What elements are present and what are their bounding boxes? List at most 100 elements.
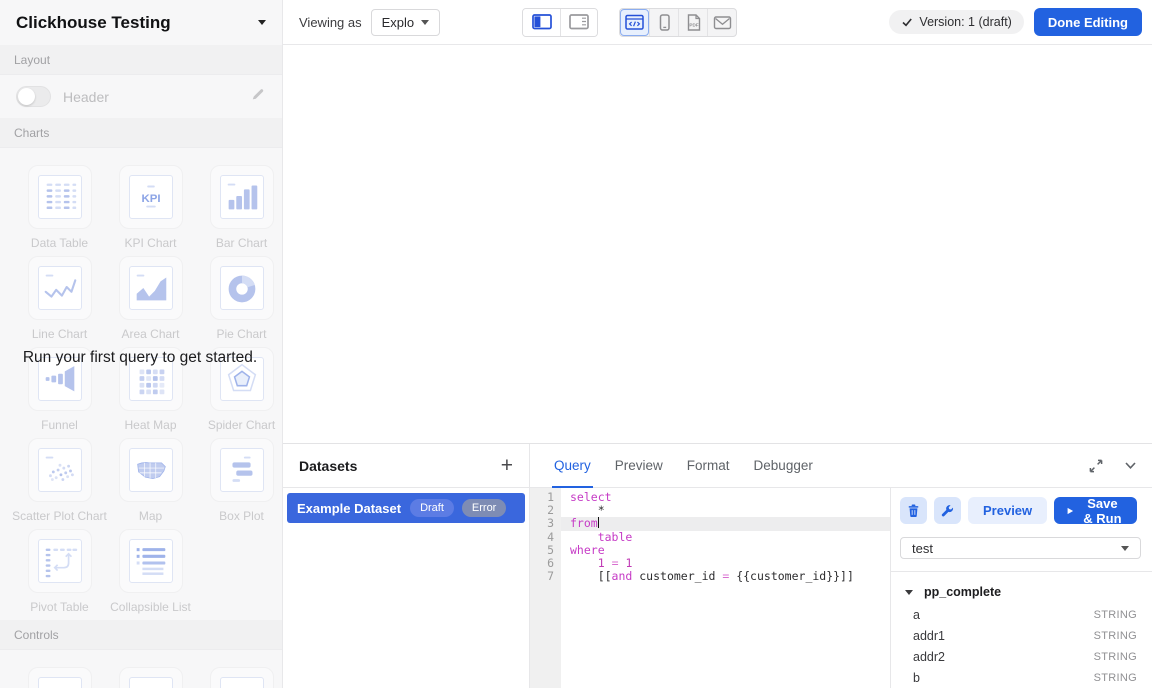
dataset-row-example[interactable]: Example Dataset Draft Error — [287, 493, 525, 523]
toggle-knob-icon — [18, 88, 35, 105]
chart-tile-pivot-table[interactable]: Pivot Table — [14, 529, 105, 614]
control-tile-dropdown[interactable] — [196, 667, 283, 688]
expand-panel-icon[interactable] — [1088, 458, 1104, 474]
schema-select[interactable]: test — [900, 537, 1141, 559]
controls-grid — [0, 650, 282, 688]
sql-code-editor[interactable]: 1234567 select *from tablewhere 1 = 1 [[… — [530, 488, 890, 688]
code-content: select *from tablewhere 1 = 1 [[and cust… — [561, 488, 890, 688]
funnel-icon — [38, 357, 82, 401]
dashboard-canvas[interactable] — [283, 45, 1152, 443]
dashboard-title-menu[interactable]: Clickhouse Testing — [0, 0, 283, 45]
tab-preview[interactable]: Preview — [615, 444, 663, 488]
save-and-run-button[interactable]: Save & Run — [1054, 497, 1137, 524]
chart-tile-heat-map[interactable]: Heat Map — [105, 347, 196, 432]
header-toggle-label: Header — [63, 89, 109, 105]
tile-card: KPI — [119, 165, 183, 229]
tab-format[interactable]: Format — [687, 444, 730, 488]
charts-grid: Data TableKPIKPI Chart Bar Chart Line Char… — [0, 148, 282, 620]
spider-chart-icon — [220, 357, 264, 401]
heat-map-icon — [129, 357, 173, 401]
header-toggle[interactable] — [16, 86, 51, 107]
toggle-panel-left-button[interactable] — [523, 9, 560, 36]
chart-tile-scatter-plot-chart[interactable]: Scatter Plot Chart — [14, 438, 105, 523]
field-type: STRING — [1094, 609, 1137, 621]
tile-label: Pivot Table — [30, 600, 88, 614]
embed-icon — [625, 14, 644, 31]
schema-field-a[interactable]: aSTRING — [900, 604, 1137, 625]
chart-tile-map[interactable]: Map — [105, 438, 196, 523]
tile-card — [28, 347, 92, 411]
viewing-as-select[interactable]: Explo — [371, 9, 441, 36]
view-mode-mobile-button[interactable] — [649, 9, 678, 36]
badge-error: Error — [462, 499, 506, 517]
section-controls: Controls — [0, 620, 282, 650]
control-tile-dropdown[interactable] — [14, 667, 105, 688]
chart-tile-pie-chart[interactable]: Pie Chart — [196, 256, 283, 341]
chart-tile-spider-chart[interactable]: Spider Chart — [196, 347, 283, 432]
panel-right-icon — [569, 14, 589, 30]
wrench-icon — [940, 503, 955, 518]
tile-label: Bar Chart — [216, 236, 267, 250]
topbar: Clickhouse Testing Viewing as Explo PDF … — [0, 0, 1152, 45]
badge-draft: Draft — [410, 499, 454, 517]
collapse-panel-chevron-icon[interactable] — [1123, 458, 1138, 473]
tile-card — [28, 256, 92, 320]
dropdown-icon — [220, 677, 264, 688]
check-icon — [901, 16, 913, 28]
version-badge[interactable]: Version: 1 (draft) — [889, 10, 1023, 34]
delete-dataset-button[interactable] — [900, 497, 927, 524]
chart-tile-collapsible-list[interactable]: Collapsible List — [105, 529, 196, 614]
chart-tile-area-chart[interactable]: Area Chart — [105, 256, 196, 341]
schema-field-list: aSTRINGaddr1STRINGaddr2STRINGbSTRING — [900, 604, 1137, 688]
query-tabs-row: Query Preview Format Debugger — [530, 444, 1152, 488]
tile-card — [210, 438, 274, 502]
chart-tile-data-table[interactable]: Data Table — [14, 165, 105, 250]
tab-query[interactable]: Query — [554, 444, 591, 488]
line-number: 4 — [530, 531, 554, 544]
svg-text:PDF: PDF — [689, 22, 698, 27]
toggle-panel-right-button[interactable] — [560, 9, 597, 36]
tile-card — [119, 256, 183, 320]
view-mode-email-button[interactable] — [707, 9, 736, 36]
schema-table-row[interactable]: pp_complete — [900, 585, 1137, 599]
schema-field-b[interactable]: bSTRING — [900, 667, 1137, 688]
dataset-name: Example Dataset — [297, 501, 401, 516]
schema-field-addr1[interactable]: addr1STRING — [900, 625, 1137, 646]
tile-label: Collapsible List — [110, 600, 191, 614]
version-label: Version: 1 (draft) — [919, 15, 1011, 29]
view-mode-embed-button[interactable] — [620, 9, 649, 36]
datasets-panel: Datasets + Example Dataset DraftError — [283, 444, 530, 688]
schema-field-addr2[interactable]: addr2STRING — [900, 646, 1137, 667]
query-settings-button[interactable] — [934, 497, 961, 524]
code-line: * — [561, 504, 890, 517]
tile-card — [210, 256, 274, 320]
query-action-buttons: Preview Save & Run — [891, 488, 1152, 531]
chart-tile-kpi-chart[interactable]: KPIKPI Chart — [105, 165, 196, 250]
edit-pencil-icon[interactable] — [250, 86, 266, 107]
preview-button[interactable]: Preview — [968, 497, 1047, 524]
field-name: addr2 — [913, 650, 945, 664]
line-number: 7 — [530, 570, 554, 583]
area-chart-icon — [129, 266, 173, 310]
done-editing-button[interactable]: Done Editing — [1034, 8, 1142, 36]
tile-label: Funnel — [41, 418, 78, 432]
chart-tile-bar-chart[interactable]: Bar Chart — [196, 165, 283, 250]
chart-tile-box-plot[interactable]: Box Plot — [196, 438, 283, 523]
view-mode-pdf-button[interactable]: PDF — [678, 9, 707, 36]
field-name: addr1 — [913, 629, 945, 643]
pdf-icon: PDF — [684, 14, 703, 31]
tile-card — [210, 667, 274, 688]
dropdown-icon — [38, 677, 82, 688]
section-charts: Charts — [0, 118, 282, 148]
chart-tile-line-chart[interactable]: Line Chart — [14, 256, 105, 341]
panel-toggle-group — [522, 8, 598, 37]
control-tile-blank[interactable] — [105, 667, 196, 688]
add-dataset-button[interactable]: + — [501, 456, 513, 476]
tile-card — [119, 347, 183, 411]
tab-debugger[interactable]: Debugger — [754, 444, 813, 488]
svg-text:KPI: KPI — [141, 193, 160, 205]
chart-tile-funnel[interactable]: Funnel — [14, 347, 105, 432]
tile-label: Heat Map — [124, 418, 176, 432]
tile-label: Box Plot — [219, 509, 264, 523]
viewing-as-label: Viewing as — [299, 15, 362, 30]
